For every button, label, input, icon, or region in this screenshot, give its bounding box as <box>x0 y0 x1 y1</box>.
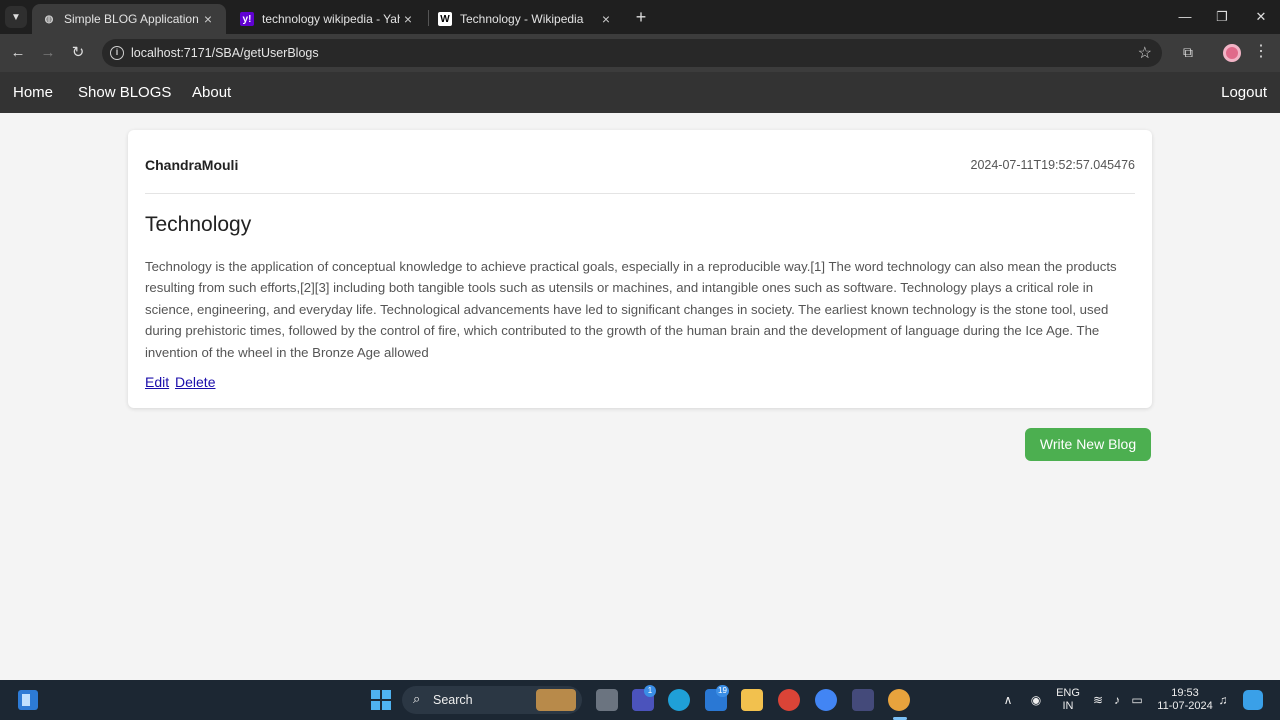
address-bar[interactable]: i localhost:7171/SBA/getUserBlogs ☆ <box>102 39 1162 67</box>
eclipse-icon[interactable] <box>852 689 874 711</box>
edge-icon[interactable] <box>668 689 690 711</box>
new-tab-plus-icon[interactable]: + <box>631 7 651 27</box>
teams-badge: 1 <box>644 685 656 697</box>
chrome-icon[interactable] <box>778 689 800 711</box>
taskbar-search-label: Search <box>433 693 473 707</box>
nav-show-blogs-link[interactable]: Show BLOGS <box>78 72 171 113</box>
taskbar-search-box[interactable]: ⌕ Search <box>402 686 582 714</box>
nav-about-link[interactable]: About <box>192 72 231 113</box>
region-code: IN <box>1062 700 1074 712</box>
delete-link[interactable]: Delete <box>175 374 215 390</box>
profile-avatar[interactable] <box>1223 44 1241 62</box>
restore-icon[interactable]: ❐ <box>1203 0 1241 34</box>
nav-logout-link[interactable]: Logout <box>1221 72 1267 113</box>
language-indicator[interactable]: ENG IN <box>1052 680 1084 720</box>
clock[interactable]: 19:53 11-07-2024 <box>1152 680 1218 720</box>
tab-title: Technology - Wikipedia <box>460 12 584 26</box>
nav-home-link[interactable]: Home <box>13 72 53 113</box>
mail-badge: 19 <box>716 685 729 697</box>
clock-time: 19:53 <box>1171 687 1199 699</box>
language-code: ENG <box>1056 687 1080 699</box>
extensions-puzzle-icon[interactable]: ⧉ <box>1178 42 1198 62</box>
battery-icon[interactable]: ▭ <box>1128 680 1146 720</box>
yahoo-icon: y! <box>240 12 254 26</box>
google-icon[interactable] <box>815 689 837 711</box>
close-icon[interactable]: × <box>598 11 614 27</box>
window-close-icon[interactable]: ✕ <box>1242 0 1280 34</box>
wikipedia-icon: W <box>438 12 452 26</box>
file-explorer-icon[interactable] <box>741 689 763 711</box>
copilot-icon[interactable] <box>1240 680 1266 720</box>
notification-bell-icon[interactable]: ♫ <box>1214 680 1232 720</box>
blog-card: ChandraMouli 2024-07-11T19:52:57.045476 … <box>128 130 1152 408</box>
site-navbar: Home Show BLOGS About Logout <box>0 72 1280 113</box>
wifi-icon[interactable]: ≋ <box>1089 680 1107 720</box>
close-icon[interactable]: × <box>400 11 416 27</box>
tab-title: technology wikipedia - Yahoo In <box>262 12 400 26</box>
forward-arrow-icon[interactable]: → <box>37 42 59 64</box>
blog-title: Technology <box>145 213 252 236</box>
blog-content: Technology is the application of concept… <box>145 259 1117 360</box>
tab-wikipedia[interactable]: W Technology - Wikipedia × <box>428 4 624 34</box>
edit-link[interactable]: Edit <box>145 374 169 390</box>
blog-timestamp: 2024-07-11T19:52:57.045476 <box>970 158 1136 172</box>
write-new-blog-button[interactable]: Write New Blog <box>1025 428 1151 461</box>
browser-tabstrip: ▼ ◍ Simple BLOG Application × y! technol… <box>0 0 1280 34</box>
tab-simple-blog[interactable]: ◍ Simple BLOG Application × <box>32 4 226 34</box>
widgets-icon[interactable] <box>18 690 38 710</box>
card-divider <box>145 193 1135 194</box>
close-icon[interactable]: × <box>200 11 216 27</box>
blog-author: ChandraMouli <box>145 157 239 173</box>
task-view-icon[interactable] <box>596 689 618 711</box>
reload-icon[interactable]: ↻ <box>67 42 89 64</box>
tab-yahoo[interactable]: y! technology wikipedia - Yahoo In × <box>230 4 426 34</box>
search-icon: ⌕ <box>413 691 421 706</box>
url-text[interactable]: localhost:7171/SBA/getUserBlogs <box>131 46 319 60</box>
minimize-icon[interactable]: — <box>1166 0 1204 34</box>
blog-actions: Edit Delete <box>145 374 217 390</box>
search-highlight-image <box>536 689 576 711</box>
chrome-profile-icon[interactable] <box>888 689 910 711</box>
bookmark-star-icon[interactable]: ☆ <box>1138 43 1152 63</box>
tab-list-chevron-icon[interactable]: ▼ <box>5 6 27 28</box>
site-info-icon[interactable]: i <box>110 46 124 60</box>
volume-icon[interactable]: ♪ <box>1108 680 1126 720</box>
windows-start-icon[interactable] <box>371 690 391 710</box>
browser-menu-icon[interactable]: ⋮ <box>1252 42 1270 62</box>
windows-taskbar: ⌕ Search 1 19 ∧ ◉ ENG IN ≋ ♪ ▭ 19:53 11-… <box>0 680 1280 720</box>
browser-toolbar: ← → ↻ i localhost:7171/SBA/getUserBlogs … <box>0 34 1280 72</box>
tray-chevron-up-icon[interactable]: ∧ <box>999 680 1017 720</box>
globe-icon: ◍ <box>44 13 54 25</box>
tab-title: Simple BLOG Application <box>64 12 199 26</box>
clock-date: 11-07-2024 <box>1157 700 1213 712</box>
back-arrow-icon[interactable]: ← <box>7 42 29 64</box>
tray-network-error-icon[interactable]: ◉ <box>1026 680 1046 720</box>
